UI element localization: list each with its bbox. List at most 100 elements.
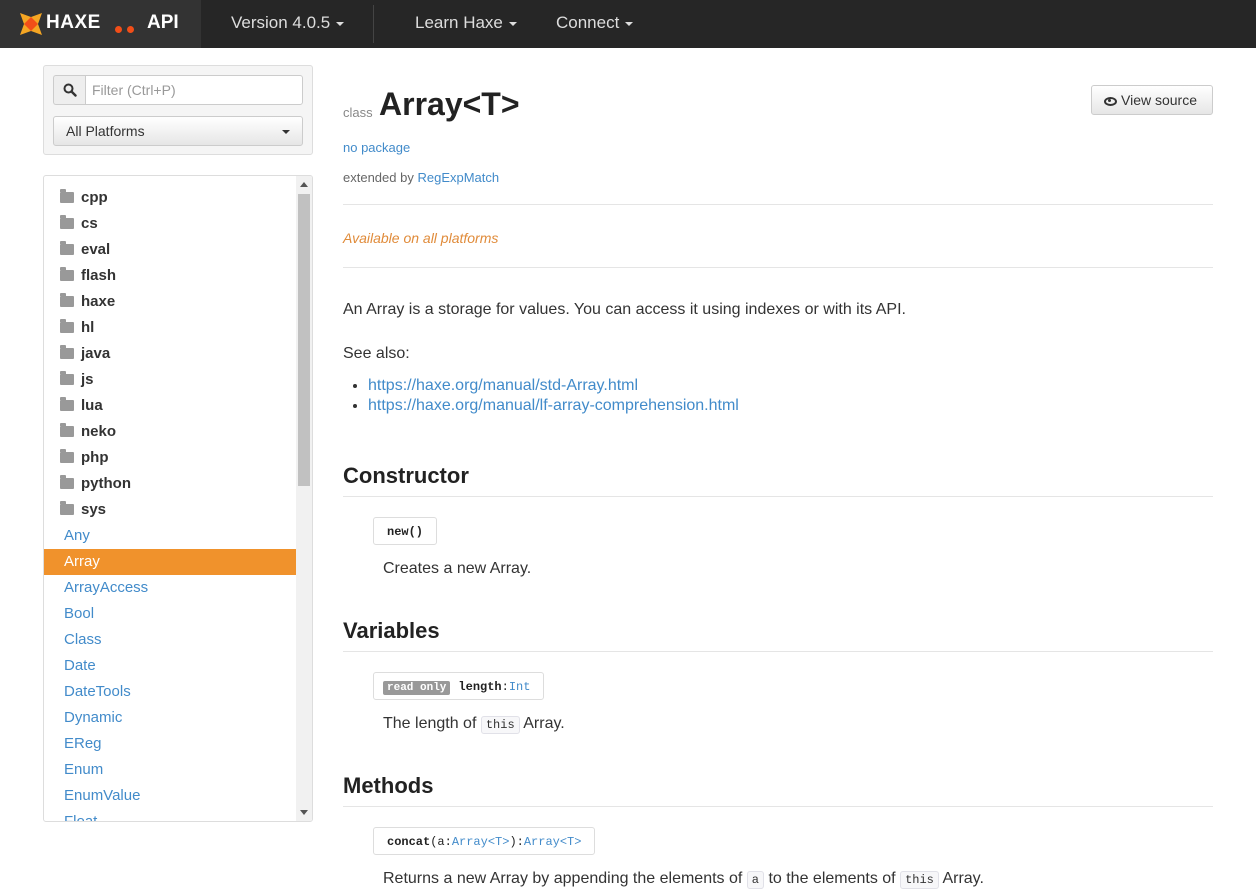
package-item[interactable]: haxe bbox=[44, 289, 296, 315]
class-item[interactable]: Any bbox=[44, 523, 296, 549]
package-label: lua bbox=[81, 397, 103, 414]
connect-label: Connect bbox=[556, 13, 620, 32]
variable-name: length bbox=[458, 680, 502, 694]
package-label: java bbox=[81, 345, 111, 362]
list-item: https://haxe.org/manual/std-Array.html bbox=[368, 376, 739, 396]
variable-signature[interactable]: read only length:Int bbox=[373, 672, 545, 700]
param-type[interactable]: Array<T> bbox=[452, 835, 510, 849]
folder-icon bbox=[60, 319, 74, 333]
learn-haxe-dropdown[interactable]: Learn Haxe bbox=[415, 13, 517, 33]
logo-dots bbox=[115, 20, 139, 38]
inline-code: a bbox=[746, 871, 764, 889]
package-label: cs bbox=[81, 215, 98, 232]
folder-icon bbox=[60, 241, 74, 255]
divider bbox=[343, 496, 1213, 497]
package-item[interactable]: hl bbox=[44, 315, 296, 341]
version-label: Version 4.0.5 bbox=[231, 13, 331, 32]
see-also-link[interactable]: https://haxe.org/manual/std-Array.html bbox=[368, 377, 638, 394]
package-item[interactable]: eval bbox=[44, 237, 296, 263]
package-label: js bbox=[81, 371, 94, 388]
class-item[interactable]: ArrayAccess bbox=[44, 575, 296, 601]
package-label: eval bbox=[81, 241, 111, 258]
chevron-down-icon bbox=[336, 21, 345, 26]
folder-icon bbox=[60, 371, 74, 385]
filter-input[interactable] bbox=[85, 75, 303, 105]
package-item[interactable]: sys bbox=[44, 497, 296, 523]
package-item[interactable]: php bbox=[44, 445, 296, 471]
class-item[interactable]: DateTools bbox=[44, 679, 296, 705]
chevron-down-icon bbox=[508, 21, 517, 26]
package-label: sys bbox=[81, 501, 107, 518]
package-item[interactable]: neko bbox=[44, 419, 296, 445]
package-item[interactable]: flash bbox=[44, 263, 296, 289]
package-item[interactable]: cpp bbox=[44, 185, 296, 211]
method-param: a bbox=[437, 835, 445, 849]
package-item[interactable]: js bbox=[44, 367, 296, 393]
scroll-thumb[interactable] bbox=[298, 194, 310, 486]
scroll-up-icon[interactable] bbox=[300, 182, 308, 187]
divider bbox=[343, 204, 1213, 205]
inline-code: this bbox=[480, 716, 520, 734]
extended-by: extended by RegExpMatch bbox=[343, 170, 499, 185]
brand[interactable]: HAXE API bbox=[0, 0, 201, 48]
constructor-signature[interactable]: new() bbox=[373, 517, 438, 545]
read-only-badge: read only bbox=[383, 681, 451, 695]
divider bbox=[343, 651, 1213, 652]
variable-type[interactable]: Int bbox=[509, 680, 531, 694]
nav-divider bbox=[373, 5, 374, 43]
tree-scrollbar[interactable] bbox=[296, 176, 312, 821]
folder-icon bbox=[60, 215, 74, 229]
folder-icon bbox=[60, 397, 74, 411]
class-item[interactable]: Bool bbox=[44, 601, 296, 627]
folder-icon bbox=[60, 267, 74, 281]
divider bbox=[343, 806, 1213, 807]
package-item[interactable]: python bbox=[44, 471, 296, 497]
list-item: https://haxe.org/manual/lf-array-compreh… bbox=[368, 396, 739, 416]
variables-heading: Variables bbox=[343, 618, 440, 643]
method-description: Returns a new Array by appending the ele… bbox=[383, 870, 984, 889]
platform-select-value: All Platforms bbox=[66, 123, 145, 139]
class-item[interactable]: EReg bbox=[44, 731, 296, 757]
constructor-description: Creates a new Array. bbox=[383, 560, 532, 577]
class-item[interactable]: Float bbox=[44, 809, 296, 821]
connect-dropdown[interactable]: Connect bbox=[556, 13, 634, 33]
extended-by-label: extended by bbox=[343, 170, 414, 185]
scroll-down-icon[interactable] bbox=[300, 810, 308, 815]
class-item[interactable]: Date bbox=[44, 653, 296, 679]
class-description: An Array is a storage for values. You ca… bbox=[343, 301, 906, 318]
package-item[interactable]: java bbox=[44, 341, 296, 367]
class-item[interactable]: Enum bbox=[44, 757, 296, 783]
extended-by-link[interactable]: RegExpMatch bbox=[417, 170, 499, 185]
package-label: flash bbox=[81, 267, 117, 284]
variable-description: The length of this Array. bbox=[383, 715, 565, 734]
api-label: API bbox=[147, 12, 179, 33]
class-item[interactable]: Dynamic bbox=[44, 705, 296, 731]
learn-label: Learn Haxe bbox=[415, 13, 503, 32]
top-navbar: HAXE API Version 4.0.5 Learn Haxe Connec… bbox=[0, 0, 1256, 48]
view-source-label: View source bbox=[1121, 92, 1198, 108]
package-item[interactable]: lua bbox=[44, 393, 296, 419]
package-item[interactable]: cs bbox=[44, 211, 296, 237]
text-segment: Array. bbox=[523, 715, 565, 732]
methods-heading: Methods bbox=[343, 773, 434, 798]
platform-select[interactable]: All Platforms bbox=[53, 116, 303, 146]
constructor-heading: Constructor bbox=[343, 463, 469, 488]
filter-panel: All Platforms bbox=[43, 65, 313, 155]
see-also-link[interactable]: https://haxe.org/manual/lf-array-compreh… bbox=[368, 397, 739, 414]
package-label: haxe bbox=[81, 293, 116, 310]
package-link[interactable]: no package bbox=[343, 140, 410, 155]
package-label: neko bbox=[81, 423, 117, 440]
haxe-logo-icon bbox=[20, 13, 42, 35]
return-type[interactable]: Array<T> bbox=[524, 835, 582, 849]
method-signature[interactable]: concat(a:Array<T>):Array<T> bbox=[373, 827, 596, 855]
text-segment: Returns a new Array by appending the ele… bbox=[383, 870, 743, 887]
availability-text: Available on all platforms bbox=[343, 230, 499, 246]
class-item[interactable]: Class bbox=[44, 627, 296, 653]
logo-text: HAXE bbox=[46, 12, 101, 33]
class-item[interactable]: EnumValue bbox=[44, 783, 296, 809]
version-dropdown[interactable]: Version 4.0.5 bbox=[231, 13, 345, 33]
chevron-down-icon bbox=[625, 21, 634, 26]
class-item-active[interactable]: Array bbox=[44, 549, 296, 575]
folder-icon bbox=[60, 345, 74, 359]
view-source-button[interactable]: View source bbox=[1091, 85, 1213, 115]
